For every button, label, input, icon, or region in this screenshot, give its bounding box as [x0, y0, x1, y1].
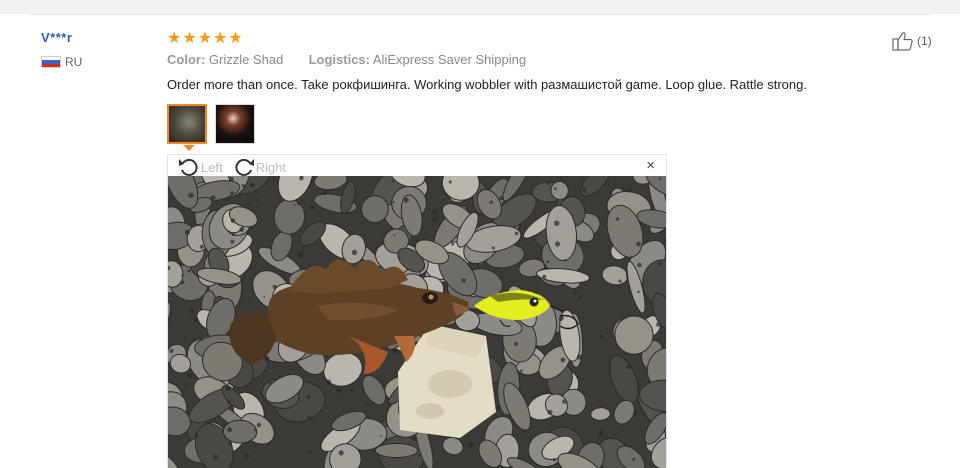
reviewer-name: V***r	[41, 30, 73, 45]
star-icon: ★	[182, 28, 197, 47]
helpful-button[interactable]: (1)	[892, 31, 932, 51]
review-text: Order more than once. Take рокфишинга. W…	[167, 77, 807, 92]
star-icon: ★	[197, 28, 213, 47]
review-photo	[168, 176, 666, 468]
color-value: Grizzle Shad	[208, 52, 284, 67]
star-icon: ★	[213, 28, 228, 47]
logistics-label: Logistics:	[308, 52, 370, 67]
star-rating: ★ ★ ★ ★ ★	[167, 29, 243, 46]
rotate-left-button[interactable]: Left	[178, 157, 223, 177]
thumbs-up-icon	[892, 32, 913, 51]
viewer-toolbar: Left Right	[178, 157, 296, 177]
selected-thumbnail-indicator	[183, 145, 195, 151]
rotate-right-button[interactable]: Right	[233, 157, 286, 177]
rotate-right-icon	[235, 158, 254, 176]
helpful-count: (1)	[917, 34, 932, 48]
rotate-left-label: Left	[201, 159, 223, 175]
logistics-value: AliExpress Saver Shipping	[372, 52, 527, 67]
star-icon: ★	[167, 28, 182, 47]
rotate-left-icon	[179, 158, 198, 176]
close-icon[interactable]: ×	[646, 158, 655, 174]
divider	[30, 14, 930, 15]
reviewer-country: RU	[41, 55, 82, 69]
order-info: Color: Grizzle Shad Logistics: AliExpres…	[167, 52, 526, 67]
top-band	[0, 0, 960, 14]
rotate-right-label: Right	[255, 159, 287, 175]
review-photo-thumbnail-1[interactable]	[167, 104, 207, 144]
photo-viewer: Left Right ×	[167, 154, 667, 468]
color-label: Color:	[167, 52, 206, 67]
reviewer-info: V***r RU	[41, 30, 82, 69]
review-photo-thumbnail-2[interactable]	[215, 104, 255, 144]
country-code: RU	[65, 55, 83, 69]
star-icon: ★	[228, 28, 243, 47]
russia-flag-icon	[41, 56, 61, 68]
